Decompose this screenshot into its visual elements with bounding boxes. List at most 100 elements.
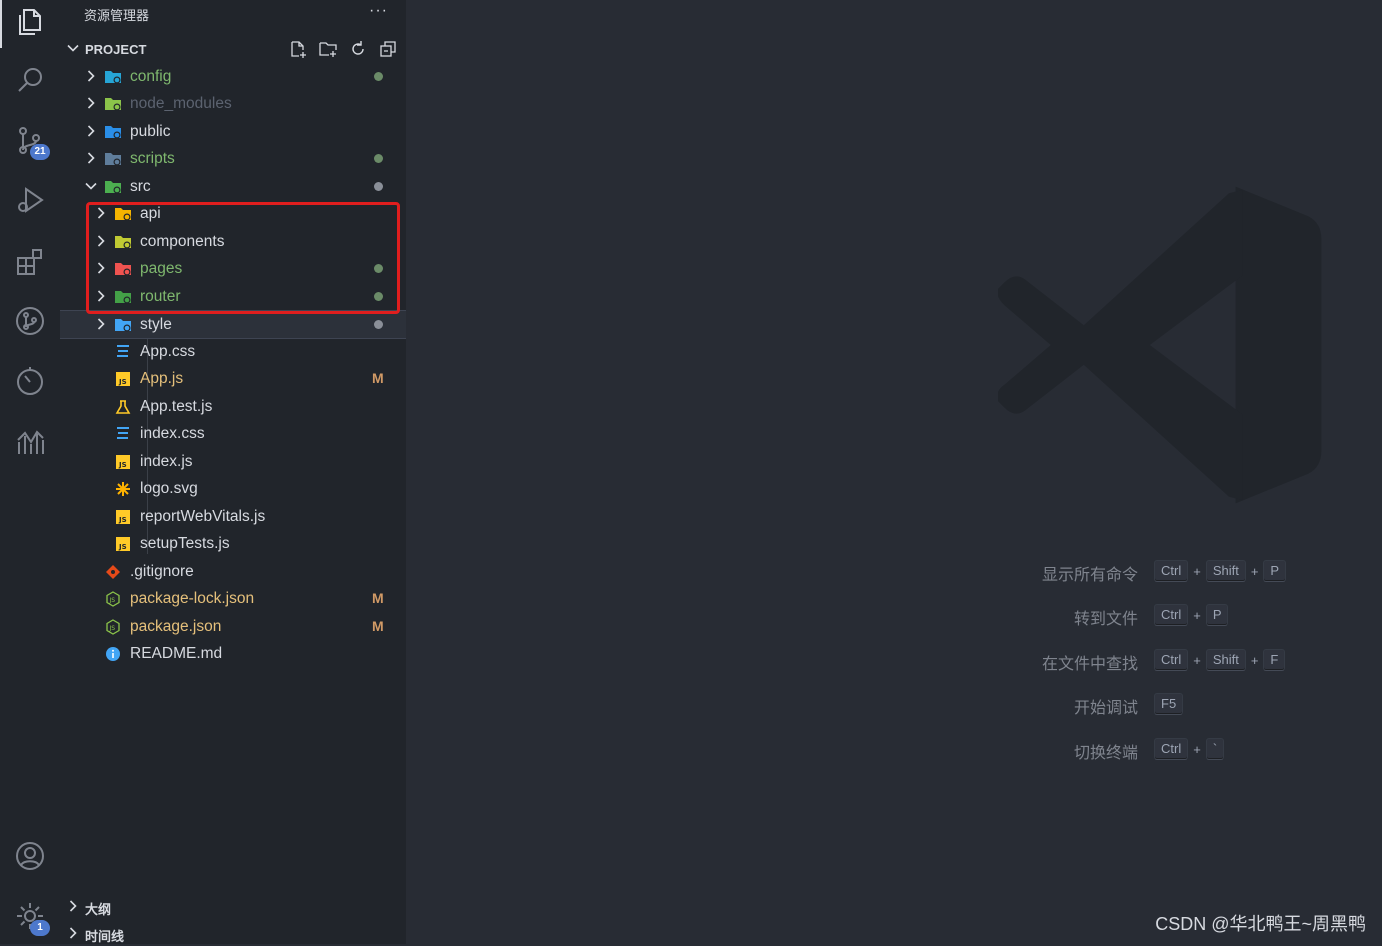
file-item[interactable]: logo.svg xyxy=(60,475,406,502)
git-graph-icon[interactable] xyxy=(12,303,48,339)
active-indicator xyxy=(0,0,2,48)
shortcut-label: 在文件中查找 xyxy=(1041,656,1138,673)
folder-item[interactable]: style xyxy=(60,310,406,339)
timeline-icon[interactable] xyxy=(12,363,48,399)
collapse-all-icon[interactable] xyxy=(378,39,398,59)
key-separator: + xyxy=(1193,652,1201,668)
tree-item-label: App.css xyxy=(140,343,196,360)
status-dot xyxy=(374,320,383,329)
folder-item[interactable]: config xyxy=(60,63,406,90)
modified-badge: M xyxy=(372,590,384,606)
folder-item[interactable]: public xyxy=(60,118,406,145)
folder-item[interactable]: scripts xyxy=(60,145,406,172)
account-icon[interactable] xyxy=(12,838,48,874)
file-item[interactable]: JS reportWebVitals.js xyxy=(60,503,406,530)
source-control-icon[interactable]: 21 xyxy=(12,122,50,160)
outline-section-title: 大纲 xyxy=(85,902,112,917)
folder-item[interactable]: api xyxy=(60,200,406,227)
file-item[interactable]: JS package-lock.json M xyxy=(60,585,406,612)
shortcut-row[interactable]: 开始调试 F5 xyxy=(406,693,1382,717)
tree-item-label: .gitignore xyxy=(130,563,194,580)
tree-item-label: index.css xyxy=(140,425,205,442)
shortcut-row[interactable]: 切换终端 Ctrl + ` xyxy=(406,738,1382,762)
more-actions-button[interactable]: ··· xyxy=(369,2,388,20)
tree-item-label: package-lock.json xyxy=(130,590,255,607)
chevron-right-icon xyxy=(87,97,95,109)
extensions-icon[interactable] xyxy=(12,244,48,280)
file-item[interactable]: App.css xyxy=(60,338,406,365)
folder-pages-icon xyxy=(114,260,132,278)
chevron-right-icon xyxy=(69,927,77,939)
file-item[interactable]: JS App.js M xyxy=(60,365,406,392)
keyboard-key: F xyxy=(1263,649,1286,671)
folder-item[interactable]: pages xyxy=(60,255,406,282)
run-debug-icon[interactable] xyxy=(12,182,48,218)
status-dot xyxy=(374,182,383,191)
svg-text:JS: JS xyxy=(118,543,127,551)
js-file-icon: JS xyxy=(114,508,132,526)
key-combo: Ctrl + P xyxy=(1154,604,1229,626)
key-combo: Ctrl + Shift + F xyxy=(1154,649,1286,671)
file-item[interactable]: JS index.js xyxy=(60,448,406,475)
keyboard-key: P xyxy=(1263,560,1287,582)
key-separator: + xyxy=(1193,607,1201,623)
test-file-icon xyxy=(114,398,132,416)
tree-item-label: public xyxy=(130,123,171,140)
chevron-right-icon xyxy=(97,207,105,219)
csdn-watermark: CSDN @华北鸭王~周黑鸭 xyxy=(1155,914,1366,934)
refresh-icon[interactable] xyxy=(348,39,368,59)
tree-item-label: reportWebVitals.js xyxy=(140,508,266,525)
explorer-icon[interactable] xyxy=(12,4,48,40)
folder-item[interactable]: node_modules xyxy=(60,90,406,117)
keyboard-key: Ctrl xyxy=(1154,604,1189,626)
project-section-header[interactable]: PROJECT xyxy=(60,35,406,63)
file-item[interactable]: README.md xyxy=(60,640,406,667)
keyboard-key: Ctrl xyxy=(1154,738,1189,760)
folder-src-icon xyxy=(104,178,122,196)
keyboard-key: Ctrl xyxy=(1154,560,1189,582)
tree-item-label: index.js xyxy=(140,453,193,470)
tree-item-label: router xyxy=(140,288,181,305)
shortcut-label: 切换终端 xyxy=(1073,745,1138,762)
folder-item[interactable]: router xyxy=(60,283,406,310)
keyboard-key: ` xyxy=(1205,738,1225,760)
status-dot xyxy=(374,72,383,81)
chevron-right-icon xyxy=(87,152,95,164)
keyboard-key: Shift xyxy=(1205,649,1246,671)
folder-style-icon xyxy=(114,316,132,334)
tree-item-label: App.js xyxy=(140,370,184,387)
tree-item-label: package.json xyxy=(130,618,222,635)
chevron-right-icon xyxy=(97,318,105,330)
folder-components-icon xyxy=(114,233,132,251)
file-item[interactable]: JS setupTests.js xyxy=(60,530,406,557)
timeline-section-header[interactable]: 时间线 xyxy=(60,920,406,946)
settings-gear-icon[interactable]: 1 xyxy=(12,898,50,936)
chevron-right-icon xyxy=(87,70,95,82)
js-file-icon: JS xyxy=(114,535,132,553)
shortcut-row[interactable]: 在文件中查找 Ctrl + Shift + F xyxy=(406,649,1382,673)
keyboard-key: F5 xyxy=(1154,693,1184,715)
shortcut-row[interactable]: 显示所有命令 Ctrl + Shift + P xyxy=(406,560,1382,584)
modified-badge: M xyxy=(372,618,384,634)
file-item[interactable]: index.css xyxy=(60,420,406,447)
editor-area: 显示所有命令 Ctrl + Shift + P 转到文件 Ctrl + P 在文件中查找 Ctrl + S… xyxy=(406,0,1382,944)
file-item[interactable]: App.test.js xyxy=(60,393,406,420)
chevron-right-icon xyxy=(97,262,105,274)
folder-item[interactable]: components xyxy=(60,228,406,255)
shortcut-row[interactable]: 转到文件 Ctrl + P xyxy=(406,604,1382,628)
status-dot xyxy=(374,264,383,273)
analytics-icon[interactable] xyxy=(12,424,48,460)
file-item[interactable]: JS package.json M xyxy=(60,613,406,640)
shortcut-label: 显示所有命令 xyxy=(1041,567,1138,584)
svg-text:JS: JS xyxy=(109,625,116,632)
settings-badge: 1 xyxy=(30,920,50,936)
new-folder-icon[interactable] xyxy=(318,39,338,59)
node-file-icon: JS xyxy=(104,618,122,636)
tree-item-label: node_modules xyxy=(130,95,232,112)
new-file-icon[interactable] xyxy=(288,39,308,59)
outline-section-header[interactable]: 大纲 xyxy=(60,893,406,919)
folder-item[interactable]: src xyxy=(60,173,406,200)
file-item[interactable]: .gitignore xyxy=(60,558,406,585)
sidebar-title: 资源管理器 xyxy=(84,8,150,23)
search-icon[interactable] xyxy=(12,62,48,98)
